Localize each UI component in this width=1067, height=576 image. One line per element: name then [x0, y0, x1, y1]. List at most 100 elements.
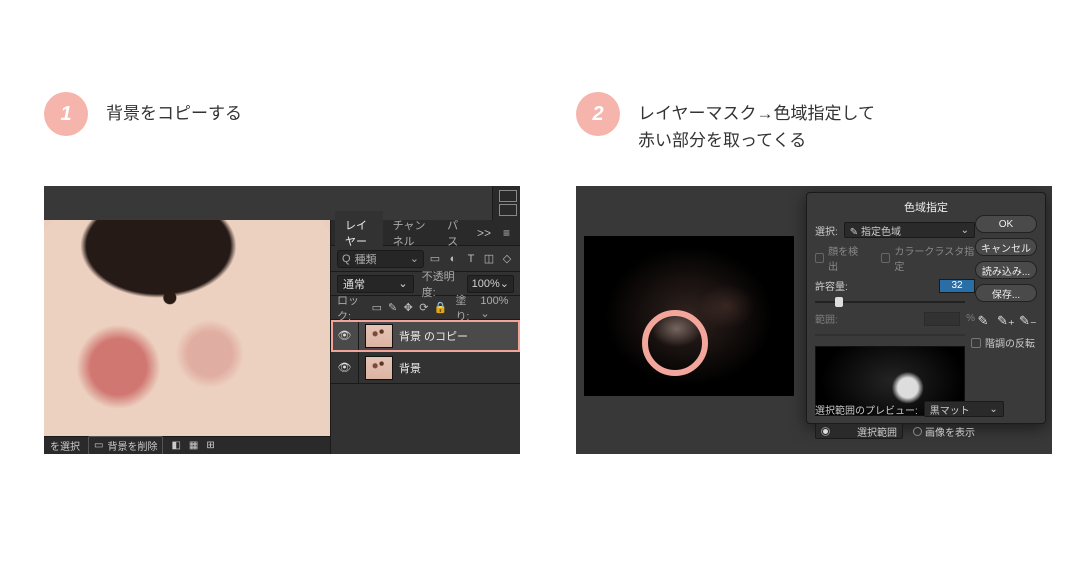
cluster-label: カラークラスタ指定: [894, 243, 975, 273]
range-label: 範囲:: [815, 311, 838, 326]
color-range-dialog: 色域指定 OK キャンセル 読み込み... 保存... 選択: ✎ 指定色域 ⌄…: [806, 192, 1046, 424]
visibility-toggle[interactable]: 👁: [331, 320, 359, 351]
step-2-number: 2: [592, 103, 603, 126]
range-unit: %: [966, 313, 975, 324]
step-2-badge: 2: [576, 92, 620, 136]
screenshot-color-range: 設置 色域指定 OK キャンセル 読み込み... 保存... 選択: ✎ 指定色…: [576, 186, 1052, 454]
radio-selection-label: 選択範囲: [857, 424, 897, 439]
tab-layers[interactable]: レイヤー: [335, 211, 383, 255]
radio-selection[interactable]: 選択範囲: [815, 423, 903, 439]
lock-position-icon[interactable]: ✥: [402, 301, 414, 314]
bottom-icon: ▦: [189, 440, 198, 451]
fuzziness-field[interactable]: 32: [939, 279, 975, 293]
range-slider: [815, 331, 965, 339]
select-row: 選択: ✎ 指定色域 ⌄: [815, 222, 975, 238]
screenshot-layers-panel: を選択 ▭ 背景を削除 ◧ ▦ ⊞ レイヤー チャンネル パス >> ≡ Q 種…: [44, 186, 520, 454]
remove-bg-icon: ▭: [94, 440, 103, 451]
ok-button[interactable]: OK: [975, 215, 1037, 233]
panel-more-icon[interactable]: >>: [471, 226, 497, 240]
layer-thumbnail: [365, 356, 393, 380]
checkbox-icon: [881, 253, 890, 263]
tab-paths[interactable]: パス: [437, 211, 471, 255]
radio-icon: [913, 427, 922, 436]
layer-row-bg[interactable]: 👁 背景: [331, 352, 520, 384]
eyedropper-add-icon[interactable]: ✎₊: [997, 313, 1013, 329]
layer-filter-select[interactable]: Q 種類 ⌄: [337, 250, 424, 268]
radio-image[interactable]: 画像を表示: [913, 424, 975, 439]
detect-faces-checkbox[interactable]: 顔を検出: [815, 243, 864, 273]
layer-thumbnail: [365, 324, 393, 348]
canvas-image: [44, 220, 330, 436]
step-2-title: レイヤーマスク→色域指定して 赤い部分を取ってくる: [638, 92, 875, 154]
save-button[interactable]: 保存...: [975, 284, 1037, 302]
detect-faces-label: 顔を検出: [828, 243, 864, 273]
layers-panel: レイヤー チャンネル パス >> ≡ Q 種類 ⌄ ▭ ◐ T ◫ ◇ 通常 ⌄: [330, 220, 520, 454]
lock-paint-icon[interactable]: ✎: [387, 301, 399, 314]
radio-icon: [821, 427, 830, 436]
range-row: 範囲: %: [815, 311, 975, 326]
bottom-icon: ◧: [171, 440, 180, 451]
lock-transparent-icon[interactable]: ▭: [371, 301, 383, 314]
right-toolbar: [492, 186, 520, 220]
chevron-down-icon: ⌄: [961, 225, 969, 236]
step-1-number: 1: [60, 103, 71, 126]
filter-kind-label: 種類: [355, 251, 377, 267]
filter-pixel-icon[interactable]: ▭: [428, 252, 442, 265]
remove-background-button[interactable]: ▭ 背景を削除: [88, 436, 163, 454]
filter-type-icon[interactable]: T: [464, 253, 478, 265]
step-1-heading: 1 背景をコピーする: [44, 92, 242, 136]
preview-mode-label: 選択範囲のプレビュー:: [815, 402, 918, 417]
opacity-value: 100%: [472, 278, 500, 290]
preview-mode-value: 黒マット: [930, 402, 970, 417]
fill-value: 100%: [480, 295, 508, 307]
select-dropdown[interactable]: ✎ 指定色域 ⌄: [844, 222, 975, 238]
lock-label: ロック:: [337, 292, 367, 324]
panel-menu-icon[interactable]: ≡: [497, 226, 516, 240]
fuzziness-slider[interactable]: [815, 298, 965, 306]
tab-channels[interactable]: チャンネル: [383, 211, 438, 255]
checkbox-icon: [815, 253, 824, 263]
preview-mode-select[interactable]: 黒マット ⌄: [924, 401, 1004, 417]
panel-tabs: レイヤー チャンネル パス >> ≡: [331, 220, 520, 246]
options-bar: を選択 ▭ 背景を削除 ◧ ▦ ⊞: [44, 436, 330, 454]
remove-bg-label: 背景を削除: [107, 438, 157, 453]
blend-mode-select[interactable]: 通常 ⌄: [337, 275, 414, 293]
eyedropper-tools: ✎ ✎₊ ✎₋: [975, 313, 1035, 329]
load-button[interactable]: 読み込み...: [975, 261, 1037, 279]
invert-checkbox[interactable]: 階調の反転: [971, 335, 1035, 350]
bottom-icon: ⊞: [206, 440, 214, 451]
filter-shape-icon[interactable]: ◫: [482, 252, 496, 265]
visibility-toggle[interactable]: 👁: [331, 352, 359, 383]
fill-field[interactable]: 100% ⌄: [480, 295, 514, 320]
filter-adjust-icon[interactable]: ◐: [446, 253, 460, 265]
checkbox-icon: [971, 338, 981, 348]
layer-name: 背景: [399, 360, 421, 376]
layer-row-bg-copy[interactable]: 👁 背景 のコピー: [331, 320, 520, 352]
layer-name: 背景 のコピー: [399, 328, 468, 344]
opacity-field[interactable]: 100% ⌄: [467, 275, 514, 293]
step-1-title: 背景をコピーする: [106, 92, 242, 127]
invert-label: 階調の反転: [985, 335, 1035, 350]
fuzziness-row: 許容量: 32: [815, 278, 975, 293]
select-label: 選択:: [815, 223, 838, 238]
cluster-checkbox[interactable]: カラークラスタ指定: [881, 243, 975, 273]
chevron-down-icon: ⌄: [500, 277, 509, 290]
range-field: [924, 312, 960, 326]
search-icon: Q: [342, 253, 351, 265]
slider-knob[interactable]: [835, 297, 843, 307]
select-value: ✎ 指定色域: [850, 223, 901, 238]
chevron-down-icon: ⌄: [989, 404, 997, 415]
lock-all-icon[interactable]: 🔒: [434, 301, 448, 314]
lock-artboard-icon[interactable]: ⟳: [418, 301, 430, 314]
fuzziness-value: 32: [951, 280, 962, 291]
eyedropper-icon[interactable]: ✎: [975, 313, 991, 329]
blend-mode-value: 通常: [343, 276, 365, 292]
select-suffix: を選択: [50, 438, 80, 453]
cancel-button[interactable]: キャンセル: [975, 238, 1037, 256]
dialog-footer: 選択範囲のプレビュー: 黒マット ⌄: [815, 401, 1037, 417]
highlight-circle: [642, 310, 708, 376]
chevron-down-icon: ⌄: [398, 277, 407, 290]
eyedropper-sub-icon[interactable]: ✎₋: [1019, 313, 1035, 329]
filter-smart-icon[interactable]: ◇: [500, 252, 514, 265]
chevron-down-icon: ⌄: [480, 308, 489, 320]
